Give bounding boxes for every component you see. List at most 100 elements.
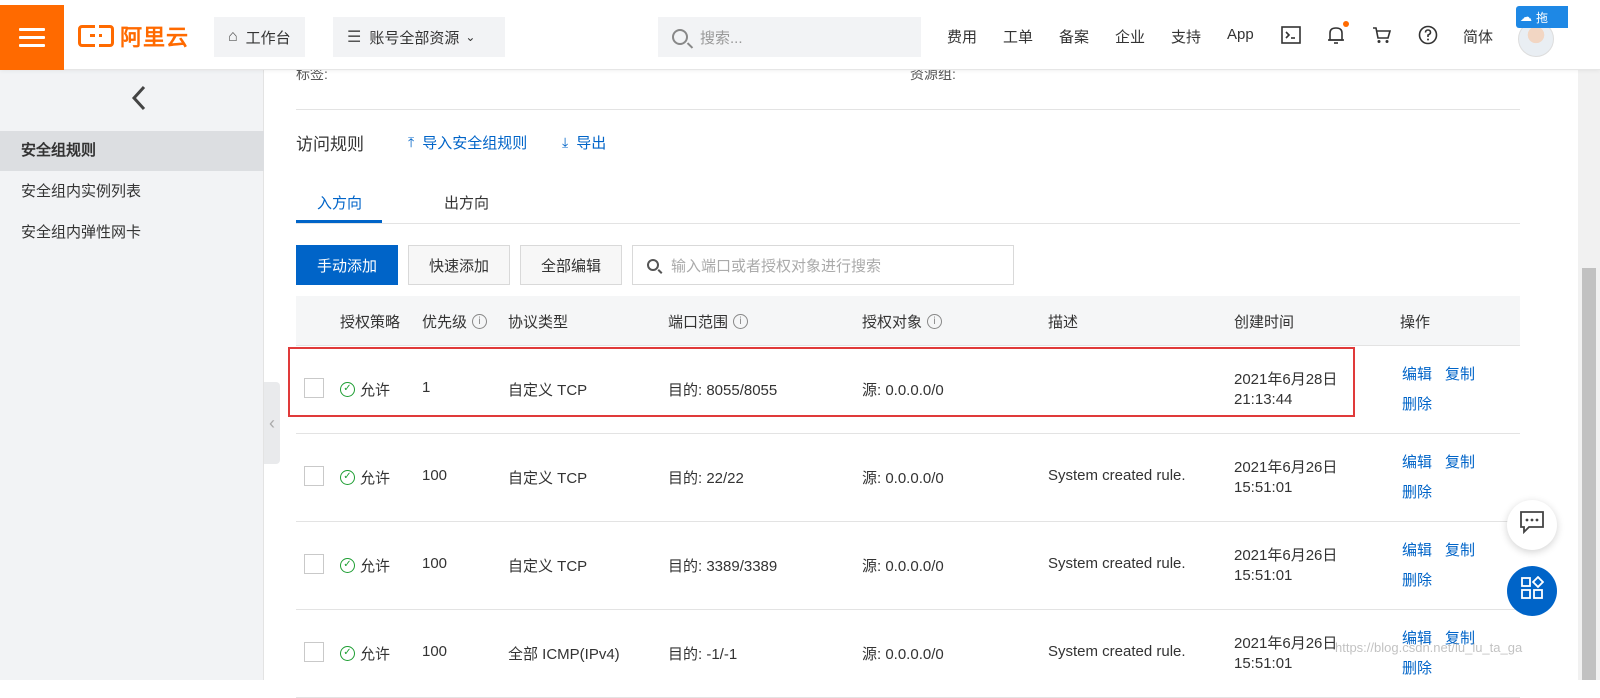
delete-link[interactable]: 删除 xyxy=(1402,569,1432,590)
table-row: ✓ 允许 100 自定义 TCP 目的: 22/22 源: 0.0.0.0/0 S… xyxy=(296,434,1520,522)
import-label: 导入安全组规则 xyxy=(422,135,528,152)
edit-all-button[interactable]: 全部编辑 xyxy=(520,245,622,285)
float-badge-label: 拖 xyxy=(1536,10,1549,25)
language-switch[interactable]: 简体 xyxy=(1463,26,1493,47)
priority-cell: 100 xyxy=(422,643,448,660)
sidebar: 安全组规则 安全组内实例列表 安全组内弹性网卡 xyxy=(0,70,264,680)
info-icon[interactable]: i xyxy=(927,314,943,329)
sidebar-item-instance-list[interactable]: 安全组内实例列表 xyxy=(0,172,264,212)
scrollbar-thumb[interactable] xyxy=(1582,268,1596,680)
home-icon: ⌂ xyxy=(228,28,238,45)
logo-text: 阿里云 xyxy=(120,25,190,50)
export-link[interactable]: ⤓ 导出 xyxy=(562,132,606,153)
protocol-cell: 全部 ICMP(IPv4) xyxy=(508,646,620,663)
download-icon: ⤓ xyxy=(562,134,569,150)
help-icon[interactable] xyxy=(1417,24,1439,46)
sidebar-item-label: 安全组规则 xyxy=(21,142,97,159)
resources-dropdown[interactable]: ☰ 账号全部资源 ⌄ xyxy=(333,17,505,57)
sidebar-item-label: 安全组内弹性网卡 xyxy=(21,224,142,241)
manual-add-label: 手动添加 xyxy=(316,257,377,275)
delete-link[interactable]: 删除 xyxy=(1402,481,1432,502)
created-time-cell: 15:51:01 xyxy=(1234,567,1293,584)
info-row-cut: 标签: 资源组: xyxy=(296,66,1520,110)
workbench-label: 工作台 xyxy=(245,29,291,47)
nav-enterprise[interactable]: 企业 xyxy=(1115,26,1145,47)
terminal-icon[interactable] xyxy=(1280,24,1302,46)
edit-link[interactable]: 编辑 xyxy=(1402,539,1432,560)
cloud-icon: ☁ xyxy=(1520,10,1532,24)
col-policy: 授权策略 xyxy=(340,314,401,331)
check-circle-icon: ✓ xyxy=(340,646,355,661)
upload-icon: ⤒ xyxy=(408,134,415,150)
edit-link[interactable]: 编辑 xyxy=(1402,451,1432,472)
port-cell: 目的: -1/-1 xyxy=(668,646,738,663)
tab-inbound[interactable]: 入方向 xyxy=(317,192,362,213)
quick-add-label: 快速添加 xyxy=(428,257,489,275)
created-time-cell: 15:51:01 xyxy=(1234,479,1293,496)
import-rules-link[interactable]: ⤒ 导入安全组规则 xyxy=(408,132,527,153)
quick-add-button[interactable]: 快速添加 xyxy=(408,245,510,285)
info-icon[interactable]: i xyxy=(472,314,488,329)
export-label: 导出 xyxy=(576,135,607,152)
policy-cell: ✓ 允许 xyxy=(340,467,390,488)
nav-tickets[interactable]: 工单 xyxy=(1003,26,1033,47)
aliyun-logo[interactable]: 阿里云 xyxy=(78,22,189,50)
chat-icon xyxy=(1519,510,1545,540)
delete-link[interactable]: 删除 xyxy=(1402,393,1432,414)
info-icon[interactable]: i xyxy=(733,314,749,329)
nav-fees[interactable]: 费用 xyxy=(947,26,977,47)
sidebar-item-eni-list[interactable]: 安全组内弹性网卡 xyxy=(0,213,264,253)
chevron-down-icon: ⌄ xyxy=(465,30,476,44)
row-checkbox[interactable] xyxy=(304,642,324,662)
search-icon xyxy=(647,259,659,271)
menu-button[interactable] xyxy=(0,5,64,70)
created-date-cell: 2021年6月26日 xyxy=(1234,547,1338,564)
rule-search-input[interactable]: 输入端口或者授权对象进行搜索 xyxy=(632,245,1014,285)
back-arrow-icon[interactable] xyxy=(130,84,148,119)
row-checkbox[interactable] xyxy=(304,554,324,574)
bell-icon[interactable] xyxy=(1325,24,1347,46)
copy-link[interactable]: 复制 xyxy=(1445,363,1475,384)
edit-link[interactable]: 编辑 xyxy=(1402,363,1432,384)
float-drag-badge[interactable]: ☁ 拖 xyxy=(1516,6,1568,28)
global-search-input[interactable]: 搜索... xyxy=(658,17,921,57)
cart-icon[interactable] xyxy=(1371,24,1393,46)
sidebar-item-security-group-rules[interactable]: 安全组规则 xyxy=(0,131,264,171)
manual-add-button[interactable]: 手动添加 xyxy=(296,245,398,285)
created-date-cell: 2021年6月26日 xyxy=(1234,459,1338,476)
chat-button[interactable] xyxy=(1507,500,1557,550)
col-priority: 优先级 i xyxy=(422,311,488,332)
aliyun-logo-icon xyxy=(78,24,114,48)
col-auth-object: 授权对象 i xyxy=(862,311,943,332)
row-checkbox[interactable] xyxy=(304,466,324,486)
apps-button[interactable] xyxy=(1507,566,1557,616)
col-actions: 操作 xyxy=(1400,314,1431,331)
copy-link[interactable]: 复制 xyxy=(1445,539,1475,560)
check-circle-icon: ✓ xyxy=(340,470,355,485)
col-description: 描述 xyxy=(1048,314,1079,331)
delete-link[interactable]: 删除 xyxy=(1402,657,1432,678)
nav-icp-filing[interactable]: 备案 xyxy=(1059,26,1089,47)
active-tab-indicator xyxy=(296,220,382,223)
workbench-button[interactable]: ⌂ 工作台 xyxy=(214,17,305,57)
protocol-cell: 自定义 TCP xyxy=(508,470,588,487)
nav-app[interactable]: App xyxy=(1227,26,1254,43)
watermark-text: https://blog.csdn.net/lu_lu_ta_ga xyxy=(1335,640,1523,655)
notification-dot xyxy=(1343,21,1349,27)
source-cell: 源: 0.0.0.0/0 xyxy=(862,558,944,575)
apps-grid-icon xyxy=(1520,575,1545,606)
port-cell: 目的: 22/22 xyxy=(668,470,744,487)
server-icon: ☰ xyxy=(347,29,362,46)
created-date-cell: 2021年6月26日 xyxy=(1234,635,1338,652)
resources-label: 账号全部资源 xyxy=(369,29,460,47)
chevron-left-icon: ‹ xyxy=(269,412,275,433)
priority-cell: 100 xyxy=(422,467,448,484)
nav-support[interactable]: 支持 xyxy=(1171,26,1201,47)
source-cell: 源: 0.0.0.0/0 xyxy=(862,646,944,663)
search-placeholder: 搜索... xyxy=(700,29,743,47)
protocol-cell: 自定义 TCP xyxy=(508,558,588,575)
tab-outbound[interactable]: 出方向 xyxy=(444,192,489,213)
sidebar-collapse-handle[interactable]: ‹ xyxy=(264,382,280,464)
top-bar: 阿里云 ⌂ 工作台 ☰ 账号全部资源 ⌄ 搜索... 费用 工单 备案 企业 支… xyxy=(0,0,1600,70)
copy-link[interactable]: 复制 xyxy=(1445,451,1475,472)
